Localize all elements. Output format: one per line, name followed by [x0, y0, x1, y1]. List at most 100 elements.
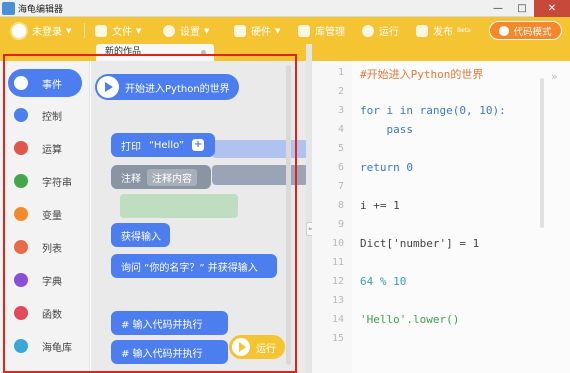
line-number: 2	[337, 86, 344, 97]
category-dict[interactable]: 字典	[8, 266, 82, 294]
lists-icon	[14, 240, 28, 254]
publish-label: 发布	[433, 27, 453, 38]
block-value[interactable]: 注释内容	[147, 168, 197, 186]
toolbar-divider	[84, 23, 85, 38]
line-number: 14	[331, 314, 344, 325]
block-label: 询问 “你的名字？” 并获得输入	[121, 262, 258, 274]
line-number: 4	[337, 124, 344, 135]
category-label: 运算	[42, 144, 62, 156]
file-menu[interactable]: 文件 ▼	[95, 17, 141, 44]
run-button[interactable]: 运行	[229, 335, 285, 359]
settings-label: 设置	[180, 27, 200, 38]
chevron-down-icon: ▼	[204, 26, 210, 35]
hardware-label: 硬件	[251, 27, 271, 38]
events-icon	[14, 76, 28, 90]
plus-icon[interactable]: +	[192, 139, 205, 151]
code-mode-label: 代码模式	[513, 26, 552, 38]
code-line: Dict['number'] = 1	[360, 237, 480, 250]
print-block[interactable]: 打印 “Hello” +	[111, 133, 215, 157]
category-control[interactable]: 控制	[8, 101, 82, 129]
control-icon	[14, 108, 28, 122]
hardware-menu[interactable]: 硬件 ▼	[234, 17, 280, 44]
folder-icon	[95, 24, 107, 37]
category-variables[interactable]: 变量	[8, 200, 82, 228]
line-number: 10	[331, 238, 344, 249]
category-lists[interactable]: 列表	[8, 233, 82, 261]
ghost-block	[212, 140, 308, 158]
minimize-button[interactable]: —	[486, 0, 510, 17]
send-icon	[416, 24, 428, 37]
ghost-block	[120, 194, 238, 218]
chevron-down-icon: ▼	[66, 26, 72, 35]
category-operators[interactable]: 运算	[8, 134, 82, 162]
play-icon	[362, 24, 374, 37]
line-number: 9	[337, 219, 344, 230]
library-icon	[298, 24, 310, 37]
comment-block[interactable]: 注释 注释内容	[111, 165, 211, 189]
close-button[interactable]: ✕	[534, 0, 570, 17]
dict-icon	[14, 273, 28, 287]
publish-menu[interactable]: 发布 Beta	[416, 17, 471, 44]
code-line: i += 1	[360, 199, 400, 212]
exec-code-block[interactable]: # 输入代码并执行	[111, 340, 228, 364]
block-label: 打印	[121, 141, 141, 153]
editor-header	[312, 44, 570, 61]
category-events[interactable]: 事件	[8, 69, 82, 97]
settings-menu[interactable]: 设置 ▼	[163, 17, 209, 44]
double-chevron-right-icon[interactable]: »	[551, 70, 558, 83]
avatar	[10, 21, 28, 40]
code-line: return 0	[360, 161, 413, 174]
block-label: # 输入代码并执行	[121, 348, 203, 360]
run-label: 运行	[379, 27, 399, 38]
chevron-down-icon: ▼	[275, 26, 281, 35]
tab-bar: 新的作品	[0, 44, 306, 61]
line-number: 6	[337, 162, 344, 173]
gear-icon	[163, 24, 175, 37]
tab-close-icon[interactable]	[201, 50, 206, 55]
code-line: 'Hello'.lower()	[360, 313, 460, 326]
ghost-block	[212, 165, 308, 185]
play-icon	[97, 76, 119, 98]
line-number: 12	[331, 276, 344, 287]
variables-icon	[14, 207, 28, 221]
login-label: 未登录	[32, 27, 62, 38]
line-number: 7	[337, 181, 344, 192]
run-toolbar-button[interactable]: 运行	[362, 17, 399, 44]
maximize-button[interactable]: □	[510, 0, 534, 17]
library-label: 库管理	[315, 27, 345, 38]
tab-new-project[interactable]: 新的作品	[96, 44, 214, 61]
operators-icon	[14, 141, 28, 155]
category-label: 函数	[42, 309, 62, 321]
ask-input-block[interactable]: 询问 “你的名字？” 并获得输入	[111, 254, 277, 278]
code-line: for i in range(0, 10):	[360, 104, 506, 117]
run-button-label: 运行	[256, 343, 276, 355]
editor-scrollbar[interactable]	[540, 78, 544, 228]
play-icon	[232, 338, 250, 356]
line-number: 11	[331, 257, 344, 268]
code-mode-button[interactable]: 代码模式	[489, 21, 562, 40]
chevron-down-icon: ▼	[136, 26, 142, 35]
category-label: 事件	[42, 79, 62, 91]
block-label: 注释	[121, 173, 141, 185]
block-label: 获得输入	[121, 231, 161, 243]
strings-icon	[14, 174, 28, 188]
tab-label: 新的作品	[105, 47, 142, 57]
palette-scrollbar[interactable]	[286, 65, 291, 365]
line-number: 3	[337, 105, 344, 116]
functions-icon	[14, 306, 28, 320]
get-input-block[interactable]: 获得输入	[111, 223, 170, 247]
beta-badge: Beta	[457, 27, 471, 34]
login-menu[interactable]: 未登录 ▼	[10, 17, 71, 44]
code-icon	[499, 25, 510, 36]
exec-code-block[interactable]: # 输入代码并执行	[111, 311, 228, 335]
line-number: 8	[337, 200, 344, 211]
code-line: pass	[360, 123, 413, 136]
category-strings[interactable]: 字符串	[8, 167, 82, 195]
turtle-icon	[14, 339, 28, 353]
code-line: #开始进入Python的世界	[360, 68, 484, 81]
category-label: 字符串	[42, 177, 72, 189]
library-button[interactable]: 库管理	[298, 17, 345, 44]
category-turtle[interactable]: 海龟库	[8, 332, 82, 360]
start-event-block[interactable]: 开始进入Python的世界	[95, 74, 239, 100]
category-functions[interactable]: 函数	[8, 299, 82, 327]
